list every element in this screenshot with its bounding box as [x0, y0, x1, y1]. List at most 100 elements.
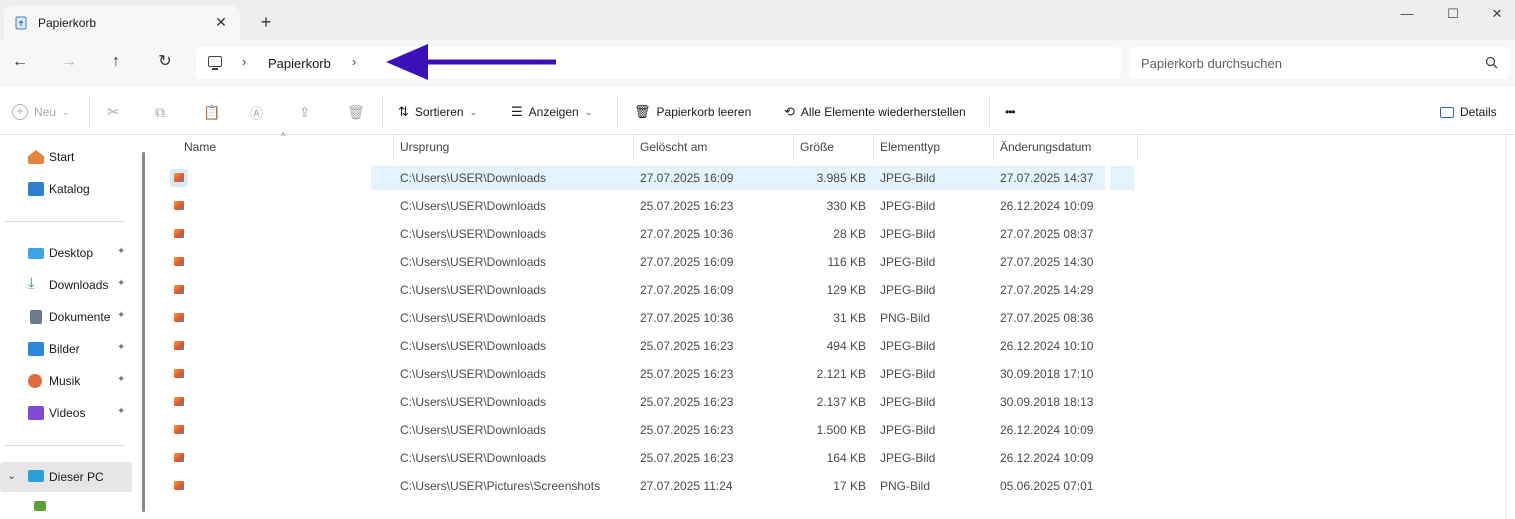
pc-icon[interactable] [208, 56, 222, 70]
table-row[interactable]: C:\Users\USER\Downloads 25.07.2025 16:23… [168, 194, 1128, 218]
pin-icon[interactable]: ✦ [117, 310, 125, 321]
cell-type: JPEG-Bild [880, 339, 936, 353]
pin-icon[interactable]: ✦ [117, 278, 125, 289]
table-row[interactable]: C:\Users\USER\Downloads 25.07.2025 16:23… [168, 334, 1128, 358]
tab-title: Papierkorb [38, 16, 97, 30]
column-header-deleted[interactable]: Gelöscht am [640, 140, 707, 162]
cut-icon[interactable]: ✂ [107, 102, 120, 122]
column-header-name[interactable]: Name [184, 140, 216, 162]
sidebar-item-dieser-pc[interactable]: ⌄ Dieser PC [0, 462, 132, 492]
sidebar-item-start[interactable]: Start [0, 143, 132, 171]
address-bar[interactable]: › Papierkorb › [196, 47, 1121, 79]
navigation-pane: Start Katalog Desktop ✦ ⤓ Downloads ✦ Do… [0, 135, 140, 519]
sidebar-item-label: Musik [49, 374, 81, 388]
sidebar-item-downloads[interactable]: ⤓ Downloads ✦ [0, 271, 132, 299]
refresh-button[interactable]: ↻ [151, 50, 179, 74]
tab-papierkorb[interactable]: Papierkorb ✕ [4, 6, 240, 40]
chevron-right-icon[interactable]: › [352, 54, 356, 69]
rename-icon[interactable]: Ⓐ [250, 102, 263, 122]
cell-modified: 27.07.2025 14:29 [1000, 283, 1094, 297]
chevron-down-icon: ⌄ [584, 106, 593, 117]
command-bar: + Neu ⌄ ✂ ⧉ 📋 Ⓐ ⇪ 🗑 ⇅ Sortieren ⌄ ☰ Anze… [0, 88, 1515, 135]
file-list-scrollbar[interactable] [1505, 135, 1506, 519]
column-divider[interactable] [793, 135, 794, 161]
sidebar-item-katalog[interactable]: Katalog [0, 175, 132, 203]
image-file-icon [170, 449, 188, 467]
cell-deleted: 25.07.2025 16:23 [640, 339, 734, 353]
column-divider[interactable] [633, 135, 634, 161]
table-row[interactable]: C:\Users\USER\Downloads 25.07.2025 16:23… [168, 362, 1128, 386]
cell-modified: 26.12.2024 10:10 [1000, 339, 1094, 353]
up-button[interactable]: ↑ [102, 50, 130, 74]
table-row[interactable]: C:\Users\USER\Downloads 27.07.2025 16:09… [168, 278, 1128, 302]
table-row[interactable]: C:\Users\USER\Downloads 25.07.2025 16:23… [168, 446, 1128, 470]
cell-origin: C:\Users\USER\Downloads [400, 227, 547, 241]
breadcrumb-papierkorb[interactable]: Papierkorb [268, 56, 331, 71]
table-row[interactable]: C:\Users\USER\Downloads 25.07.2025 16:23… [168, 390, 1128, 414]
sidebar-scrollbar[interactable] [142, 152, 145, 512]
cell-origin: C:\Users\USER\Downloads [400, 395, 547, 409]
column-label: Name [184, 140, 217, 154]
search-input[interactable]: Papierkorb durchsuchen [1141, 56, 1282, 71]
details-pane-button[interactable]: Details [1440, 102, 1497, 122]
column-divider[interactable] [393, 135, 394, 161]
chevron-down-icon[interactable]: ⌄ [7, 469, 16, 482]
sidebar-item-desktop[interactable]: Desktop ✦ [0, 239, 132, 267]
column-divider[interactable] [1137, 135, 1138, 161]
cell-type: PNG-Bild [880, 311, 931, 325]
sidebar-item-drive-partial[interactable] [34, 501, 46, 511]
image-thumbnail [174, 229, 184, 238]
column-header-type[interactable]: Elementtyp [880, 140, 940, 162]
view-button[interactable]: ☰ Anzeigen ⌄ [511, 102, 592, 122]
cell-origin: C:\Users\USER\Downloads [400, 283, 547, 297]
table-row[interactable]: C:\Users\USER\Downloads 27.07.2025 10:36… [168, 306, 1128, 330]
table-row[interactable]: C:\Users\USER\Downloads 25.07.2025 16:23… [168, 418, 1128, 442]
new-tab-button[interactable]: + [256, 12, 276, 32]
cell-type: JPEG-Bild [880, 199, 936, 213]
sort-button[interactable]: ⇅ Sortieren ⌄ [398, 102, 477, 122]
music-icon [28, 374, 42, 388]
forward-button[interactable]: → [55, 50, 83, 74]
image-thumbnail [174, 369, 184, 378]
table-row[interactable]: C:\Users\USER\Pictures\Screenshots 27.07… [168, 474, 1128, 498]
cell-modified: 27.07.2025 14:37 [1000, 171, 1094, 185]
more-options-button[interactable]: ••• [1005, 102, 1016, 122]
column-header-modified[interactable]: Änderungsdatum [1000, 140, 1091, 162]
pin-icon[interactable]: ✦ [117, 406, 125, 417]
copy-icon[interactable]: ⧉ [155, 102, 165, 122]
cell-origin: C:\Users\USER\Downloads [400, 423, 547, 437]
restore-all-button[interactable]: ⟲ Alle Elemente wiederherstellen [784, 102, 966, 122]
sidebar-item-dokumente[interactable]: Dokumente ✦ [0, 303, 132, 331]
column-header-origin[interactable]: Ursprung [400, 140, 449, 162]
toolbar-divider [989, 96, 990, 128]
share-icon[interactable]: ⇪ [299, 102, 311, 122]
empty-recycle-bin-button[interactable]: 🗑 Papierkorb leeren [634, 102, 751, 122]
new-button[interactable]: + Neu ⌄ [12, 102, 70, 122]
delete-icon[interactable]: 🗑 [347, 102, 365, 122]
pin-icon[interactable]: ✦ [117, 374, 125, 385]
column-label: Gelöscht am [640, 140, 708, 154]
sidebar-item-musik[interactable]: Musik ✦ [0, 367, 132, 395]
cell-type: JPEG-Bild [880, 255, 936, 269]
close-window-button[interactable]: ✕ [1477, 4, 1515, 24]
table-row[interactable]: C:\Users\USER\Downloads 27.07.2025 16:09… [168, 166, 1134, 190]
back-button[interactable]: ← [6, 50, 34, 74]
cell-deleted: 25.07.2025 16:23 [640, 451, 734, 465]
column-header-size[interactable]: Größe [800, 140, 834, 162]
column-divider[interactable] [873, 135, 874, 161]
pin-icon[interactable]: ✦ [117, 342, 125, 353]
cell-type: JPEG-Bild [880, 283, 936, 297]
sidebar-item-bilder[interactable]: Bilder ✦ [0, 335, 132, 363]
maximize-button[interactable]: ☐ [1433, 4, 1473, 24]
sidebar-item-videos[interactable]: Videos ✦ [0, 399, 132, 427]
search-box[interactable]: Papierkorb durchsuchen [1129, 47, 1509, 79]
image-thumbnail [174, 313, 184, 322]
minimize-button[interactable]: — [1387, 4, 1427, 24]
pin-icon[interactable]: ✦ [117, 246, 125, 257]
table-row[interactable]: C:\Users\USER\Downloads 27.07.2025 10:36… [168, 222, 1128, 246]
table-row[interactable]: C:\Users\USER\Downloads 27.07.2025 16:09… [168, 250, 1128, 274]
paste-icon[interactable]: 📋 [203, 102, 220, 122]
column-divider[interactable] [993, 135, 994, 161]
chevron-right-icon[interactable]: › [242, 54, 246, 69]
close-tab-icon[interactable]: ✕ [211, 12, 231, 32]
